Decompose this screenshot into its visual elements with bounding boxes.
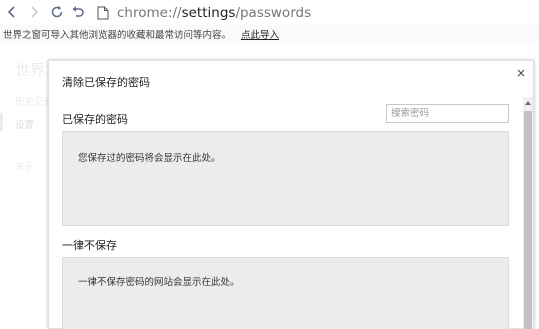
url-suffix: /passwords [235, 4, 312, 21]
page-icon [97, 6, 109, 19]
scroll-up-arrow-icon[interactable] [524, 99, 532, 107]
import-infobar: 世界之窗可导入其他浏览器的收藏和最常访问等内容。 点此导入 [0, 25, 539, 43]
undo-icon[interactable] [69, 3, 87, 21]
dialog-scrollbar[interactable] [523, 97, 533, 329]
address-bar[interactable]: chrome://settings/passwords [97, 3, 311, 22]
password-search-input[interactable] [386, 104, 509, 123]
clear-passwords-dialog: 清除已保存的密码 × 已保存的密码 您保存过的密码将会显示在此处。 一律不保存 … [48, 60, 534, 329]
infobar-message: 世界之窗可导入其他浏览器的收藏和最常访问等内容。 [3, 30, 232, 41]
dialog-title: 清除已保存的密码 [62, 76, 150, 89]
import-link[interactable]: 点此导入 [241, 27, 279, 41]
reload-icon[interactable] [48, 3, 66, 21]
url-path: settings [181, 4, 236, 21]
forward-arrow-icon[interactable] [25, 3, 43, 21]
saved-passwords-list[interactable]: 您保存过的密码将会显示在此处。 [62, 131, 509, 226]
never-saved-empty-text: 一律不保存密码的网站会显示在此处。 [78, 277, 240, 288]
back-arrow-icon[interactable] [3, 3, 21, 21]
never-saved-heading: 一律不保存 [62, 239, 117, 252]
browser-toolbar: chrome://settings/passwords [0, 0, 539, 25]
never-saved-list[interactable]: 一律不保存密码的网站会显示在此处。 [62, 257, 509, 329]
saved-passwords-empty-text: 您保存过的密码将会显示在此处。 [78, 153, 221, 164]
url-prefix: chrome:// [117, 4, 182, 21]
scrollbar-thumb[interactable] [524, 111, 532, 329]
close-icon[interactable]: × [515, 67, 527, 79]
saved-passwords-heading: 已保存的密码 [62, 113, 128, 126]
